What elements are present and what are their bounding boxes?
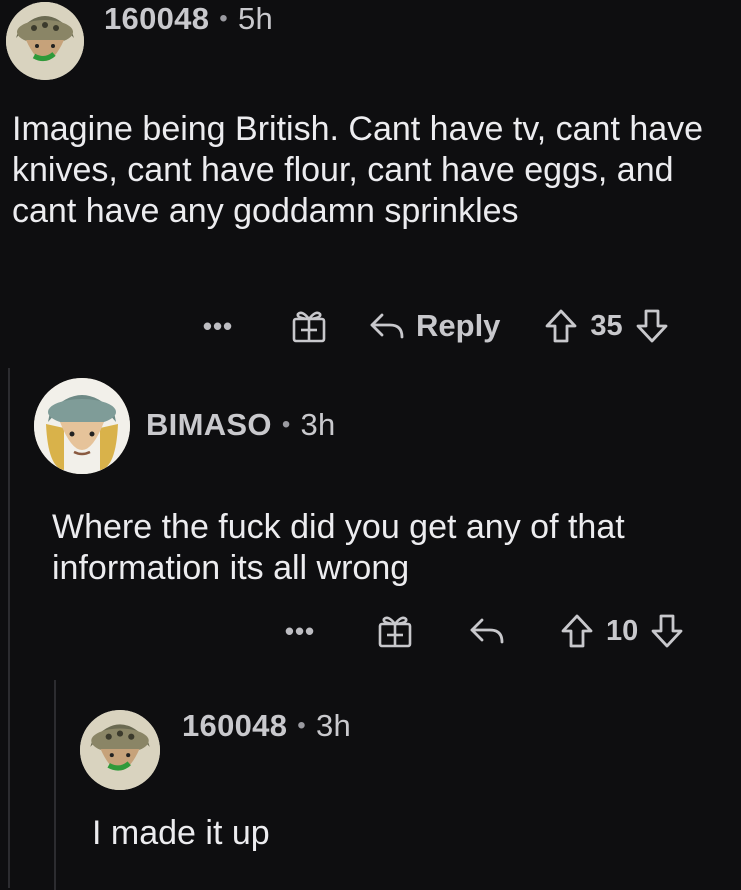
thread-line-level-1[interactable] [8, 368, 10, 888]
comment-text: Imagine being British. Cant have tv, can… [12, 110, 704, 230]
award-button[interactable] [290, 308, 328, 344]
upvote-button[interactable] [560, 613, 594, 649]
downvote-arrow-icon [636, 309, 668, 343]
avatar-image [80, 710, 160, 790]
comment-text: Where the fuck did you get any of that i… [52, 508, 625, 587]
username[interactable]: 160048 [104, 1, 209, 37]
comment-meta: BIMASO • 3h [146, 407, 336, 443]
downvote-button[interactable] [635, 308, 669, 344]
comment-actions: ••• 10 [280, 613, 684, 649]
username[interactable]: BIMASO [146, 407, 272, 443]
meta-separator: • [219, 5, 228, 32]
timestamp: 5h [237, 1, 274, 36]
vote-score: 35 [590, 309, 623, 342]
reply-label: Reply [416, 308, 501, 343]
meta-separator: • [297, 712, 306, 739]
avatar-image [34, 378, 130, 474]
upvote-button[interactable] [544, 308, 578, 344]
gift-award-icon [292, 311, 326, 343]
more-options-button[interactable]: ••• [198, 311, 238, 342]
award-button[interactable] [376, 613, 414, 649]
downvote-button[interactable] [650, 613, 684, 649]
upvote-arrow-icon [546, 309, 577, 343]
timestamp: 3h [300, 407, 336, 442]
username[interactable]: 160048 [182, 708, 287, 744]
avatar[interactable] [6, 2, 84, 80]
meta-separator: • [281, 411, 291, 438]
comment-text: I made it up [92, 814, 270, 852]
avatar[interactable] [34, 378, 130, 474]
upvote-arrow-icon [561, 614, 593, 648]
timestamp: 3h [315, 708, 352, 743]
reply-button[interactable]: Reply [368, 308, 500, 344]
avatar[interactable] [80, 710, 160, 790]
downvote-arrow-icon [651, 614, 683, 648]
avatar-image [6, 2, 84, 80]
reply-arrow-icon [370, 313, 404, 339]
comment-meta: 160048 • 3h [182, 708, 351, 744]
reply-arrow-icon [470, 618, 504, 644]
comment-meta: 160048 • 5h [104, 1, 273, 37]
reply-button[interactable] [468, 616, 506, 646]
more-options-button[interactable]: ••• [280, 616, 320, 647]
gift-award-icon [378, 616, 412, 648]
vote-score: 10 [606, 614, 639, 647]
thread-line-level-2[interactable] [54, 680, 56, 890]
comment-actions: ••• Reply 35 [198, 308, 669, 344]
